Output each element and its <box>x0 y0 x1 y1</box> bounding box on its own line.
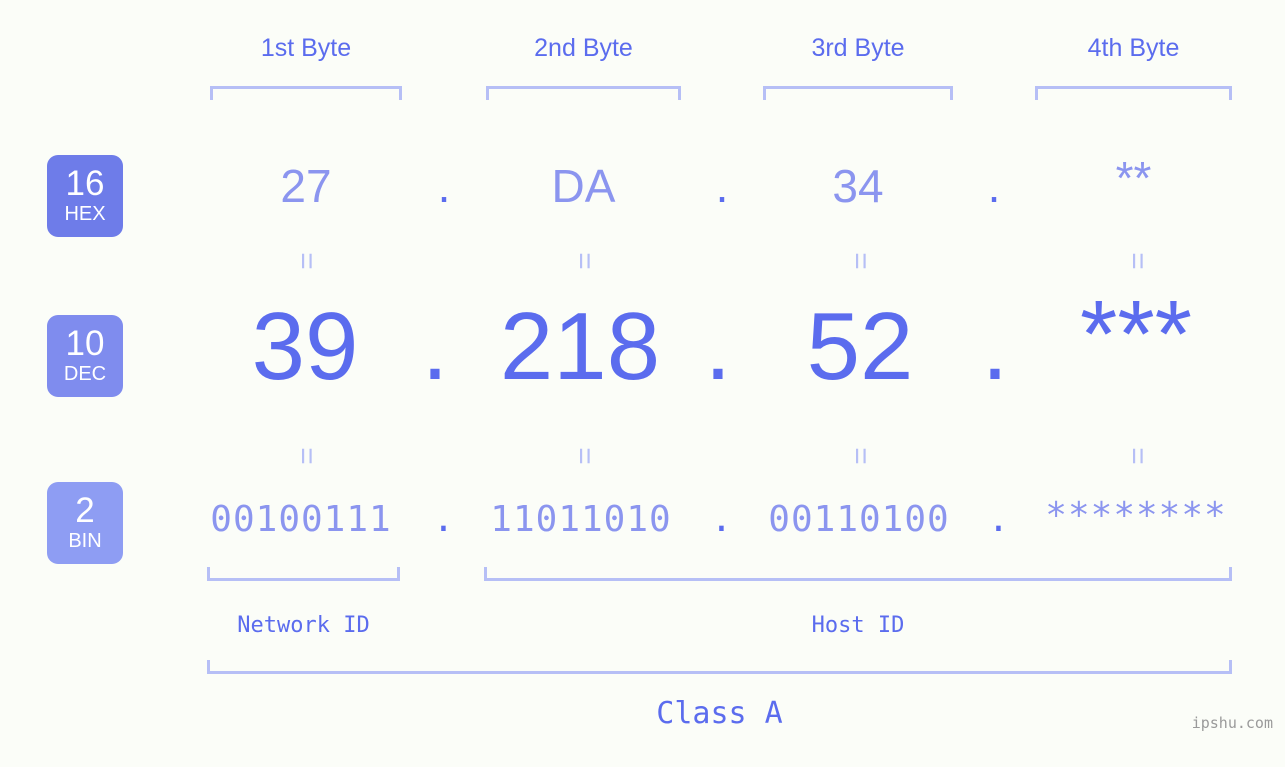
base-badge-hex-number: 16 <box>65 164 105 203</box>
hex-byte-2: DA <box>551 160 616 212</box>
watermark-ipshu: ipshu.com <box>1191 714 1273 732</box>
equals-separator-dec-bin-3: = <box>844 447 877 465</box>
bin-byte-4: ******** <box>1045 495 1227 536</box>
byte-header-2: 2nd Byte <box>534 34 633 62</box>
bin-separator-3: . <box>987 499 1011 540</box>
byte-bracket-top-4 <box>1035 86 1232 100</box>
bin-byte-3: 00110100 <box>768 499 950 540</box>
base-badge-dec-abbr: DEC <box>63 363 107 385</box>
base-badge-bin: 2 BIN <box>47 482 123 564</box>
hex-separator-1: . <box>437 160 451 212</box>
ip-address-breakdown-diagram: 1st Byte 2nd Byte 3rd Byte 4th Byte 16 H… <box>0 0 1285 767</box>
bin-separator-2: . <box>710 499 734 540</box>
byte-header-1: 1st Byte <box>260 34 352 62</box>
dec-byte-1: 39 <box>251 293 359 400</box>
dec-separator-3: . <box>981 293 1009 400</box>
bin-byte-1: 00100111 <box>210 499 392 540</box>
network-id-bracket <box>207 567 400 581</box>
dec-separator-1: . <box>421 293 449 400</box>
dec-byte-3: 52 <box>806 293 914 400</box>
host-id-bracket <box>484 567 1232 581</box>
dec-byte-4: *** <box>1079 281 1193 388</box>
base-badge-hex-abbr: HEX <box>64 203 106 225</box>
hex-separator-3: . <box>987 160 1001 212</box>
host-id-label: Host ID <box>811 613 905 638</box>
equals-separator-hex-dec-3: = <box>844 252 877 270</box>
class-bracket <box>207 660 1232 674</box>
base-badge-dec-number: 10 <box>65 324 105 363</box>
equals-separator-hex-dec-2: = <box>568 252 601 270</box>
dec-byte-2: 218 <box>499 293 661 400</box>
equals-separator-dec-bin-2: = <box>568 447 601 465</box>
equals-separator-hex-dec-1: = <box>290 252 323 270</box>
byte-bracket-top-3 <box>763 86 953 100</box>
hex-separator-2: . <box>715 160 729 212</box>
equals-separator-dec-bin-1: = <box>290 447 323 465</box>
equals-separator-dec-bin-4: = <box>1121 447 1154 465</box>
base-badge-hex: 16 HEX <box>47 155 123 237</box>
network-id-label: Network ID <box>237 613 370 638</box>
base-badge-bin-abbr: BIN <box>68 530 102 552</box>
byte-bracket-top-2 <box>486 86 681 100</box>
byte-header-4: 4th Byte <box>1087 34 1180 62</box>
hex-byte-3: 34 <box>832 160 884 212</box>
base-badge-bin-number: 2 <box>75 491 95 530</box>
byte-header-3: 3rd Byte <box>811 34 905 62</box>
bin-byte-2: 11011010 <box>490 499 672 540</box>
hex-byte-4: ** <box>1115 152 1152 204</box>
equals-separator-hex-dec-4: = <box>1121 252 1154 270</box>
byte-bracket-top-1 <box>210 86 402 100</box>
class-label: Class A <box>656 696 783 731</box>
base-badge-dec: 10 DEC <box>47 315 123 397</box>
dec-separator-2: . <box>704 293 732 400</box>
hex-byte-1: 27 <box>280 160 332 212</box>
bin-separator-1: . <box>432 499 456 540</box>
